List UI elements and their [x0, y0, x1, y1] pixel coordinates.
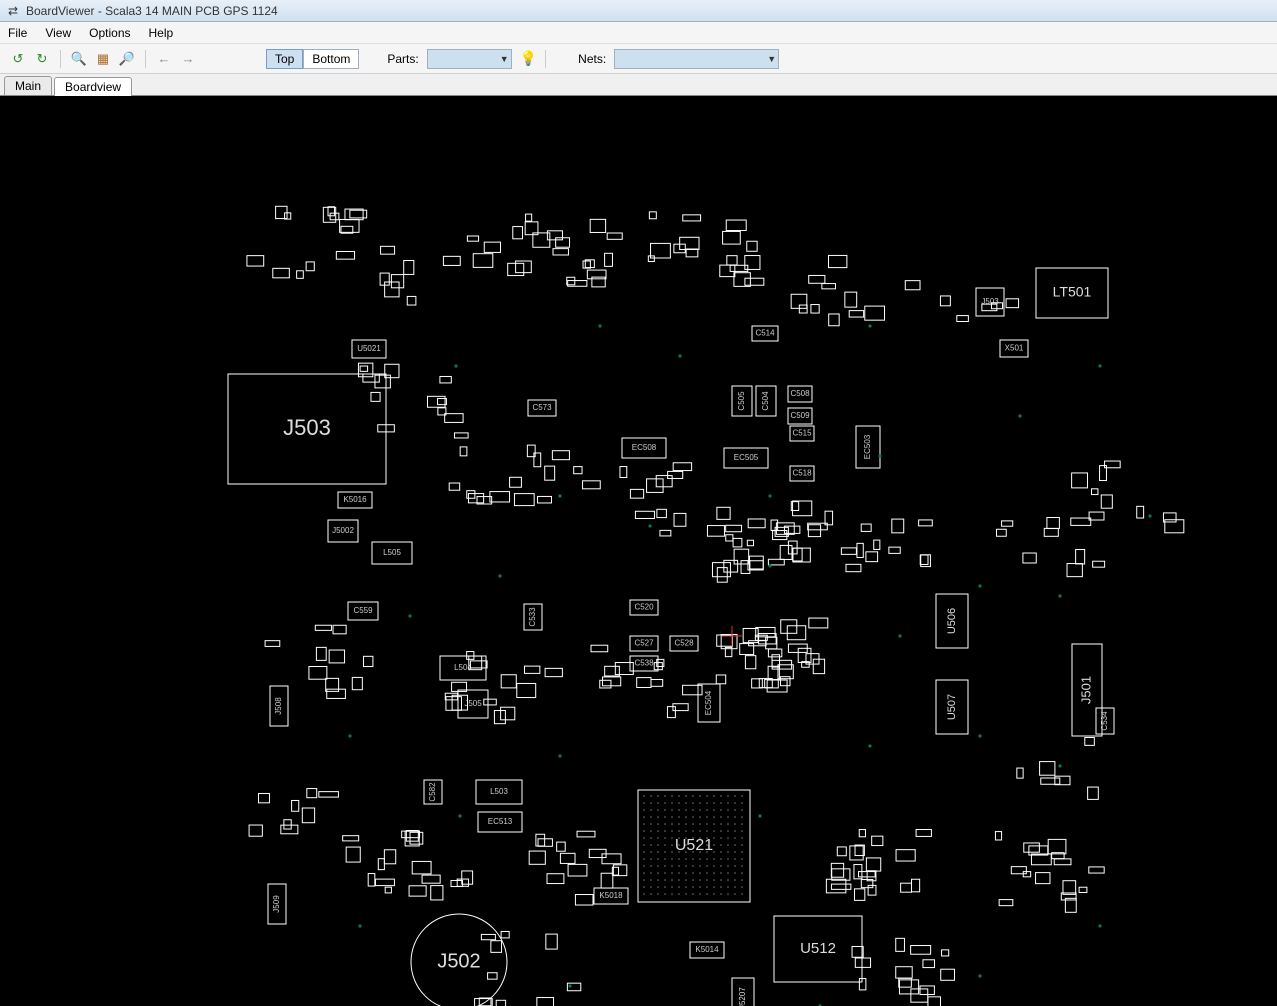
svg-text:L503: L503: [490, 787, 508, 796]
svg-text:C518: C518: [792, 469, 812, 478]
svg-text:LT501: LT501: [1053, 284, 1092, 300]
chevron-down-icon: ▼: [500, 54, 509, 64]
svg-text:C534: C534: [1100, 711, 1109, 731]
svg-text:K5016: K5016: [343, 495, 367, 504]
svg-text:K5014: K5014: [695, 945, 719, 954]
svg-text:EC503: EC503: [863, 434, 872, 459]
titlebar: ⇄ BoardViewer - Scala3 14 MAIN PCB GPS 1…: [0, 0, 1277, 22]
svg-text:J502: J502: [437, 950, 480, 972]
nav-prev-icon[interactable]: ←: [154, 49, 174, 69]
svg-text:J5002: J5002: [332, 526, 354, 535]
menu-file[interactable]: File: [8, 26, 27, 40]
rotate-ccw-icon[interactable]: ↺: [8, 49, 28, 69]
pcb-svg: J503 J502 LT501 U521 U512 U506 U507 J501 U5207 L5…: [0, 96, 1277, 1006]
svg-text:EC505: EC505: [734, 453, 759, 462]
svg-text:J508: J508: [274, 697, 283, 715]
menu-view[interactable]: View: [45, 26, 71, 40]
separator: [545, 50, 546, 68]
chevron-down-icon: ▼: [767, 54, 776, 64]
svg-text:U5207: U5207: [738, 987, 747, 1006]
svg-text:C538: C538: [634, 659, 654, 668]
separator: [60, 50, 61, 68]
svg-text:K5018: K5018: [599, 891, 623, 900]
svg-text:C515: C515: [792, 429, 812, 438]
svg-text:U507: U507: [946, 694, 958, 720]
svg-text:EC513: EC513: [488, 817, 513, 826]
svg-text:J505: J505: [464, 699, 482, 708]
svg-text:EC508: EC508: [632, 443, 657, 452]
layer-bottom-button[interactable]: Bottom: [303, 49, 359, 69]
zoom-out-icon[interactable]: 🔎: [117, 49, 137, 69]
menu-options[interactable]: Options: [89, 26, 130, 40]
svg-text:U512: U512: [800, 940, 836, 957]
svg-text:J503: J503: [283, 415, 331, 440]
window-title: BoardViewer - Scala3 14 MAIN PCB GPS 112…: [26, 4, 278, 18]
nets-combobox[interactable]: ▼: [614, 49, 779, 69]
tab-boardview[interactable]: Boardview: [54, 77, 132, 96]
svg-text:C504: C504: [761, 391, 770, 411]
menubar: File View Options Help: [0, 22, 1277, 44]
zoom-fit-icon[interactable]: ▦: [93, 49, 113, 69]
zoom-in-icon[interactable]: 🔍: [69, 49, 89, 69]
svg-text:U521: U521: [675, 837, 713, 854]
layer-top-button[interactable]: Top: [266, 49, 303, 69]
svg-text:C533: C533: [528, 607, 537, 627]
svg-text:C527: C527: [634, 639, 654, 648]
svg-text:J501: J501: [1078, 676, 1093, 704]
svg-text:U506: U506: [946, 608, 958, 634]
nets-label: Nets:: [578, 52, 606, 66]
svg-text:L505: L505: [383, 548, 401, 557]
svg-text:C520: C520: [634, 603, 654, 612]
svg-text:EC504: EC504: [704, 690, 713, 715]
svg-text:C514: C514: [755, 329, 775, 338]
separator: [145, 50, 146, 68]
svg-text:C505: C505: [737, 391, 746, 411]
svg-text:C528: C528: [674, 639, 694, 648]
app-icon: ⇄: [6, 4, 20, 18]
layer-toggle: Top Bottom: [266, 49, 359, 69]
svg-text:X501: X501: [1005, 344, 1024, 353]
svg-text:L504: L504: [454, 663, 472, 672]
tab-main[interactable]: Main: [4, 76, 52, 95]
parts-combobox[interactable]: ▼: [427, 49, 512, 69]
svg-text:C559: C559: [353, 606, 373, 615]
svg-text:C509: C509: [790, 411, 810, 420]
toolbar: ↺ ↻ 🔍 ▦ 🔎 ← → Top Bottom Parts: ▼ 💡 Nets…: [0, 44, 1277, 74]
svg-text:J509: J509: [272, 895, 281, 913]
svg-text:C508: C508: [790, 389, 810, 398]
highlight-bulb-icon[interactable]: 💡: [520, 50, 537, 67]
svg-text:C573: C573: [532, 403, 552, 412]
pcb-canvas[interactable]: J503 J502 LT501 U521 U512 U506 U507 J501 U5207 L5…: [0, 96, 1277, 1006]
rotate-cw-icon[interactable]: ↻: [32, 49, 52, 69]
svg-text:C582: C582: [428, 782, 437, 802]
nav-next-icon[interactable]: →: [178, 49, 198, 69]
parts-label: Parts:: [387, 52, 418, 66]
tabstrip: Main Boardview: [0, 74, 1277, 96]
menu-help[interactable]: Help: [149, 26, 174, 40]
svg-text:U5021: U5021: [357, 344, 381, 353]
